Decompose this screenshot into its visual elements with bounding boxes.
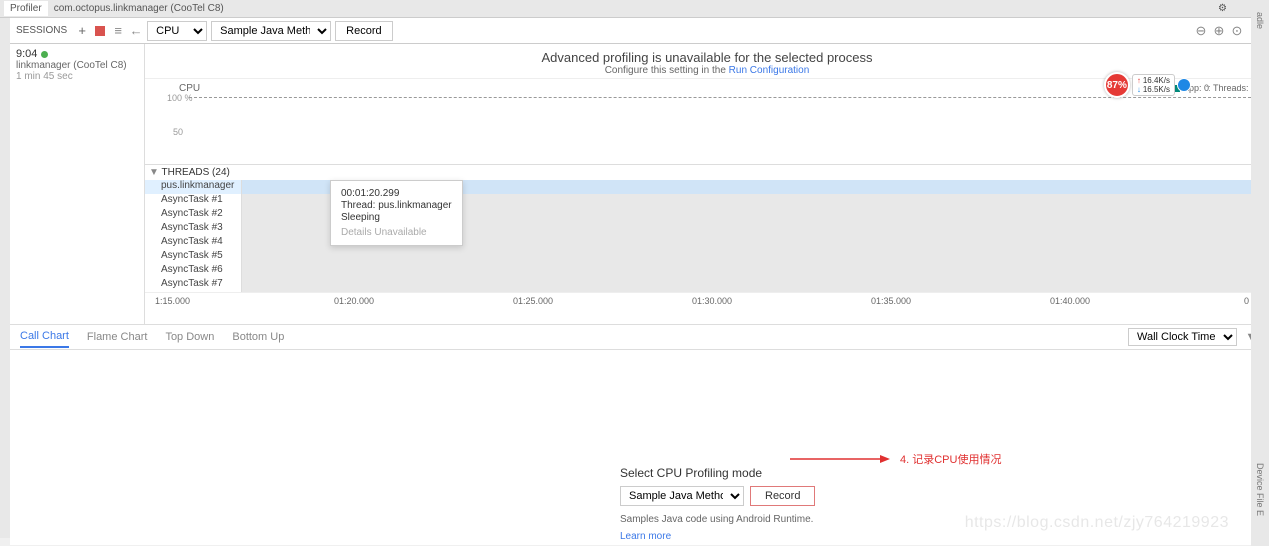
session-device: linkmanager (CooTel C8) xyxy=(16,60,138,71)
thread-row[interactable]: AsyncTask #7 xyxy=(145,278,1269,292)
clock-select[interactable]: Wall Clock Time xyxy=(1128,328,1237,346)
thread-row[interactable]: AsyncTask #3 xyxy=(145,222,1269,236)
threads-panel: THREADS (24) pus.linkmanager AsyncTask #… xyxy=(145,164,1269,292)
reset-zoom-icon[interactable]: ⊙ xyxy=(1229,23,1245,39)
left-gutter xyxy=(0,18,10,538)
view-tabs: Call Chart Flame Chart Top Down Bottom U… xyxy=(10,324,1269,350)
banner-title: Advanced profiling is unavailable for th… xyxy=(145,50,1269,65)
session-time[interactable]: 9:04 xyxy=(16,48,138,60)
tooltip-state: Sleeping xyxy=(341,212,452,223)
arrow-icon xyxy=(790,450,890,468)
thread-row[interactable]: pus.linkmanager xyxy=(145,180,1269,194)
tab-top-down[interactable]: Top Down xyxy=(165,327,214,347)
threads-header[interactable]: THREADS (24) xyxy=(145,165,1269,180)
sessions-panel: 9:04 linkmanager (CooTel C8) 1 min 45 se… xyxy=(10,44,145,324)
thread-tooltip: 00:01:20.299 Thread: pus.linkmanager Sle… xyxy=(330,180,463,246)
status-dot-icon xyxy=(41,51,48,58)
tooltip-time: 00:01:20.299 xyxy=(341,188,452,199)
tab-call-chart[interactable]: Call Chart xyxy=(20,326,69,348)
net-speed: 16.4K/s 16.5K/s xyxy=(1132,74,1175,96)
dash-line xyxy=(189,97,1261,98)
back-icon[interactable] xyxy=(129,24,143,38)
top-tabs: Profiler com.octopus.linkmanager (CooTel… xyxy=(0,0,1269,18)
toolbar: SESSIONS CPU Sample Java Methods Record … xyxy=(10,18,1269,44)
zoom-in-icon[interactable]: ⊕ xyxy=(1211,23,1227,39)
stop-icon[interactable] xyxy=(93,24,107,38)
method-select[interactable]: Sample Java Methods xyxy=(211,21,331,41)
session-duration: 1 min 45 sec xyxy=(16,71,138,82)
menu-icon[interactable] xyxy=(111,24,125,38)
cpu-chart[interactable]: CPU 100 % 50 App: 0 :: Threads: 23 25201… xyxy=(145,78,1269,164)
watermark: https://blog.csdn.net/zjy764219923 xyxy=(965,514,1229,532)
learn-more-link[interactable]: Learn more xyxy=(620,531,815,542)
thread-row[interactable]: AsyncTask #2 xyxy=(145,208,1269,222)
tab-profiler[interactable]: Profiler xyxy=(4,1,48,16)
profiling-method-select[interactable]: Sample Java Methods xyxy=(620,486,744,506)
sessions-label: SESSIONS xyxy=(16,25,67,36)
record-button[interactable]: Record xyxy=(335,21,392,41)
run-config-link[interactable]: Run Configuration xyxy=(729,65,810,76)
thread-row[interactable]: AsyncTask #5 xyxy=(145,250,1269,264)
record-button-center[interactable]: Record xyxy=(750,486,815,506)
tooltip-details: Details Unavailable xyxy=(341,227,452,238)
profiling-desc: Samples Java code using Android Runtime. xyxy=(620,514,815,525)
banner: Advanced profiling is unavailable for th… xyxy=(145,44,1269,78)
gear-icon[interactable]: ⚙ xyxy=(1212,1,1233,16)
tab-bottom-up[interactable]: Bottom Up xyxy=(232,327,284,347)
tab-flame-chart[interactable]: Flame Chart xyxy=(87,327,148,347)
y-100: 100 % xyxy=(167,93,193,103)
plus-icon[interactable] xyxy=(75,24,89,38)
tooltip-thread: Thread: pus.linkmanager xyxy=(341,200,452,211)
y-50: 50 xyxy=(173,127,183,137)
thread-row[interactable]: AsyncTask #6 xyxy=(145,264,1269,278)
cpu-select[interactable]: CPU xyxy=(147,21,207,41)
right-sidebar[interactable]: adle Device File E xyxy=(1251,0,1269,546)
banner-sub: Configure this setting in the Run Config… xyxy=(145,65,1269,76)
thread-row[interactable]: AsyncTask #4 xyxy=(145,236,1269,250)
zoom-out-icon[interactable]: ⊖ xyxy=(1193,23,1209,39)
blue-dot-icon xyxy=(1177,78,1191,92)
cpu-percent-icon: 87% xyxy=(1104,72,1130,98)
annotation: 4. 记录CPU使用情况 xyxy=(790,450,1001,468)
thread-row[interactable]: AsyncTask #1 xyxy=(145,194,1269,208)
profiling-mode-panel: Select CPU Profiling mode Sample Java Me… xyxy=(620,466,815,542)
timeline[interactable]: 1:15.00001:20.00001:25.00001:30.00001:35… xyxy=(145,292,1269,309)
cpu-badge[interactable]: 87% 16.4K/s 16.5K/s xyxy=(1104,72,1191,98)
tab-process[interactable]: com.octopus.linkmanager (CooTel C8) xyxy=(48,1,230,16)
profiling-title: Select CPU Profiling mode xyxy=(620,466,815,480)
annotation-text: 4. 记录CPU使用情况 xyxy=(900,451,1001,467)
profiler-panel: Advanced profiling is unavailable for th… xyxy=(145,44,1269,324)
